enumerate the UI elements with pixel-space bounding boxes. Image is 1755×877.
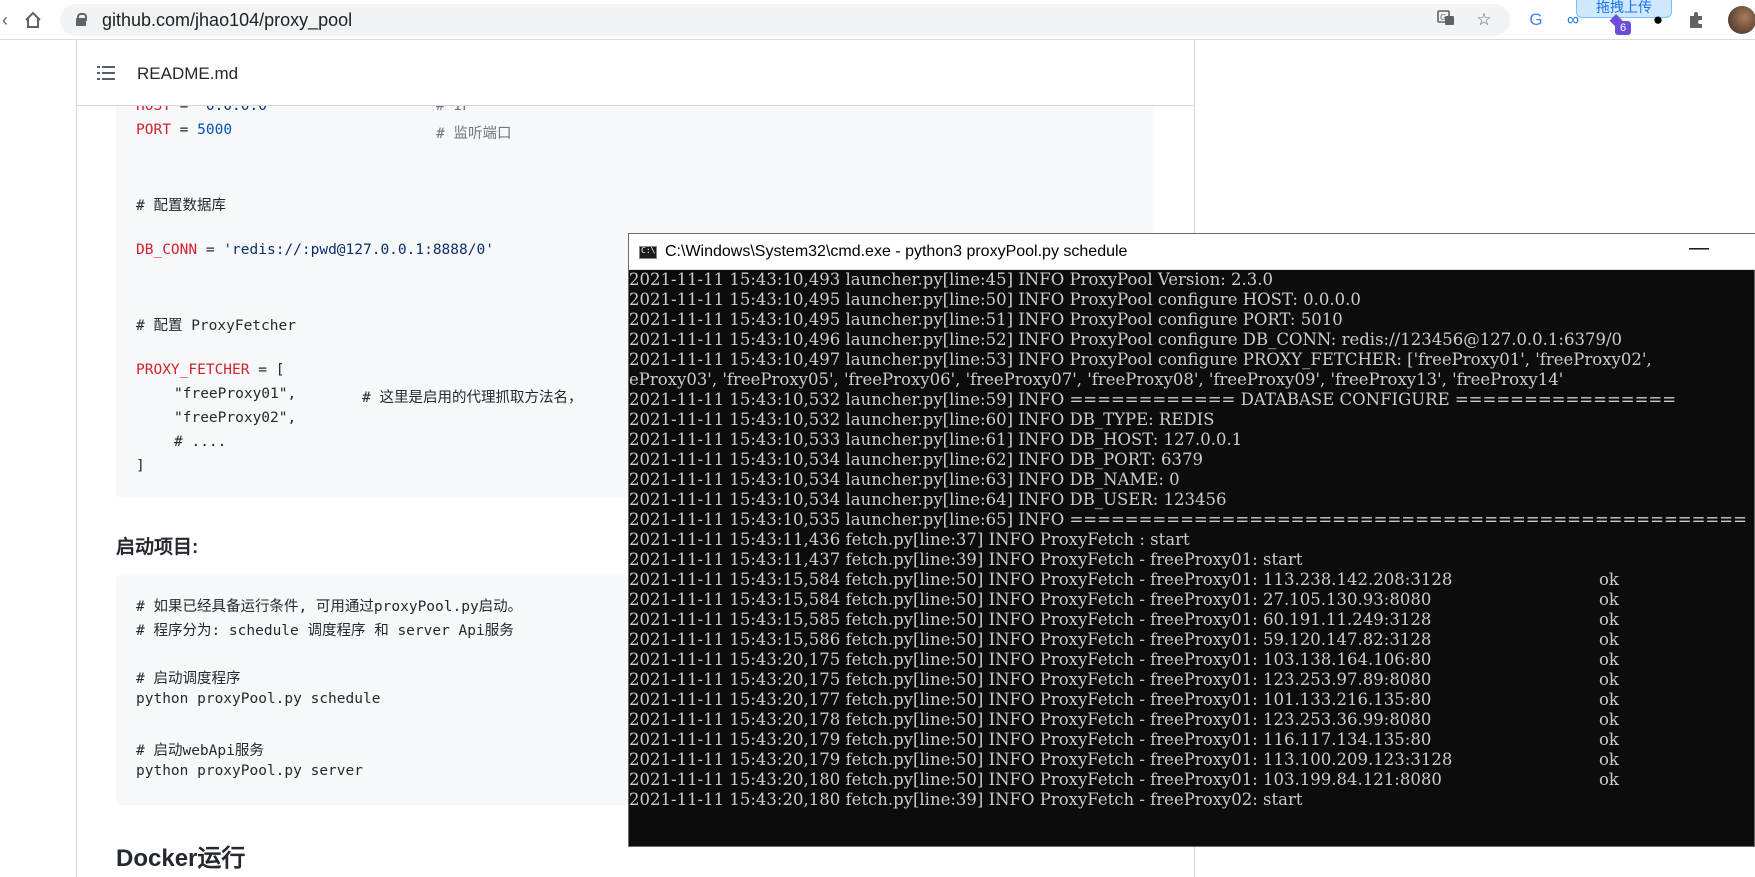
start-project-heading: 启动项目: [116, 537, 199, 558]
cmd-ok-status: ok [1599, 770, 1619, 789]
cmd-log-line: 2021-11-11 15:43:10,495 launcher.py[line… [629, 290, 1361, 309]
extension-link-icon[interactable]: ∞ [1561, 8, 1585, 32]
code-line-fetcher-close: ] [136, 458, 145, 474]
url-text[interactable]: github.com/jhao104/proxy_pool [102, 10, 352, 31]
cmd-log-line: 2021-11-11 15:43:15,586 fetch.py[line:50… [629, 630, 1432, 649]
cmd-log-line: 2021-11-11 15:43:10,532 launcher.py[line… [629, 410, 1215, 429]
cmd-ok-status: ok [1599, 690, 1619, 709]
cmd-title: C:\Windows\System32\cmd.exe - python3 pr… [665, 243, 1128, 260]
readme-header: README.md [77, 40, 1194, 106]
code-line-port: PORT = 5000 # 监听端口 [136, 122, 512, 142]
code-line-db-conn: DB_CONN = 'redis://:pwd@127.0.0.1:8888/0… [136, 242, 494, 258]
cmd-ok-status: ok [1599, 710, 1619, 729]
cmd-log-line: 2021-11-11 15:43:10,495 launcher.py[line… [629, 310, 1343, 329]
cmd-log-line: 2021-11-11 15:43:10,533 launcher.py[line… [629, 430, 1243, 449]
cmd-titlebar[interactable]: C:\Windows\System32\cmd.exe - python3 pr… [629, 234, 1755, 270]
minimize-button[interactable]: — [1689, 237, 1709, 260]
cmd-log-line: 2021-11-11 15:43:10,532 launcher.py[line… [629, 390, 1677, 409]
cmd-log-line: 2021-11-11 15:43:10,535 launcher.py[line… [629, 510, 1747, 529]
cmd-log-line: 2021-11-11 15:43:10,493 launcher.py[line… [629, 270, 1273, 289]
cmd-output[interactable]: 2021-11-11 15:43:10,493 launcher.py[line… [629, 270, 1754, 846]
cmd-log-line: eProxy03', 'freeProxy05', 'freeProxy06',… [629, 370, 1564, 389]
browser-toolbar: ‹ github.com/jhao104/proxy_pool G ☆ G 拖拽… [0, 0, 1755, 40]
cmd-ok-status: ok [1599, 630, 1619, 649]
code-line-fetcher: PROXY_FETCHER = [ [136, 362, 285, 378]
code-comment-start-4: # 启动webApi服务 [136, 743, 264, 759]
cmd-log-line: 2021-11-11 15:43:10,496 launcher.py[line… [629, 330, 1623, 349]
cmd-log-line: 2021-11-11 15:43:10,534 launcher.py[line… [629, 450, 1204, 469]
cmd-ok-status: ok [1599, 750, 1619, 769]
translate-icon[interactable]: G [1434, 8, 1458, 32]
code-comment-start-3: # 启动调度程序 [136, 671, 241, 687]
code-command-schedule: python proxyPool.py schedule [136, 691, 381, 707]
cmd-log-line: 2021-11-11 15:43:15,584 fetch.py[line:50… [629, 570, 1453, 589]
readme-title[interactable]: README.md [137, 64, 238, 84]
lock-icon[interactable] [76, 13, 87, 26]
cmd-ok-status: ok [1599, 730, 1619, 749]
cmd-ok-status: ok [1599, 570, 1619, 589]
cmd-log-line: 2021-11-11 15:43:10,497 launcher.py[line… [629, 350, 1652, 369]
cmd-log-line: 2021-11-11 15:43:11,437 fetch.py[line:39… [629, 550, 1303, 569]
cmd-ok-status: ok [1599, 670, 1619, 689]
code-comment-start-1: # 如果已经具备运行条件, 可用通过proxyPool.py启动。 [136, 599, 523, 615]
extension-circle-icon[interactable]: ● [1646, 8, 1670, 32]
code-comment-fetcher: # 配置 ProxyFetcher [136, 318, 296, 334]
code-line-fetcher-item2: "freeProxy02", [174, 410, 297, 426]
code-line-fetcher-item1: "freeProxy01", [174, 386, 297, 402]
cmd-ok-status: ok [1599, 650, 1619, 669]
cmd-log-line: 2021-11-11 15:43:20,177 fetch.py[line:50… [629, 690, 1432, 709]
docker-heading: Docker运行 [116, 845, 246, 872]
address-bar[interactable]: github.com/jhao104/proxy_pool G ☆ [60, 4, 1510, 36]
back-icon[interactable]: ‹ [0, 7, 18, 33]
cmd-log-line: 2021-11-11 15:43:20,179 fetch.py[line:50… [629, 750, 1453, 769]
cmd-log-line: 2021-11-11 15:43:10,534 launcher.py[line… [629, 470, 1180, 489]
table-of-contents-icon[interactable] [97, 66, 115, 80]
content-left-border [76, 40, 77, 877]
cmd-log-line: 2021-11-11 15:43:20,178 fetch.py[line:50… [629, 710, 1432, 729]
cmd-log-line: 2021-11-11 15:43:15,585 fetch.py[line:50… [629, 610, 1432, 629]
code-line-fetcher-item3: # .... [174, 434, 227, 450]
cmd-log-line: 2021-11-11 15:43:20,179 fetch.py[line:50… [629, 730, 1432, 749]
cmd-log-line: 2021-11-11 15:43:20,175 fetch.py[line:50… [629, 650, 1432, 669]
cmd-log-line: 2021-11-11 15:43:20,180 fetch.py[line:39… [629, 790, 1303, 809]
cmd-log-line: 2021-11-11 15:43:20,175 fetch.py[line:50… [629, 670, 1432, 689]
bookmark-star-icon[interactable]: ☆ [1472, 8, 1496, 32]
home-icon[interactable] [20, 7, 46, 33]
cmd-ok-status: ok [1599, 590, 1619, 609]
extension-translate-icon[interactable]: G [1524, 8, 1548, 32]
code-comment-start-2: # 程序分为: schedule 调度程序 和 server Api服务 [136, 623, 514, 639]
cmd-window[interactable]: C:\Windows\System32\cmd.exe - python3 pr… [628, 233, 1755, 847]
cmd-log-line: 2021-11-11 15:43:20,180 fetch.py[line:50… [629, 770, 1442, 789]
extension-count-badge: 6 [1615, 21, 1631, 35]
code-comment-fetcher-item1: # 这里是启用的代理抓取方法名， [362, 390, 583, 406]
cmd-ok-status: ok [1599, 610, 1619, 629]
code-comment-db: # 配置数据库 [136, 198, 226, 214]
cmd-log-line: 2021-11-11 15:43:11,436 fetch.py[line:37… [629, 530, 1190, 549]
puzzle-extensions-icon[interactable] [1684, 8, 1708, 32]
cmd-log-line: 2021-11-11 15:43:10,534 launcher.py[line… [629, 490, 1227, 509]
code-command-server: python proxyPool.py server [136, 763, 363, 779]
cmd-app-icon [639, 246, 657, 259]
cmd-log-line: 2021-11-11 15:43:15,584 fetch.py[line:50… [629, 590, 1432, 609]
profile-avatar[interactable] [1728, 6, 1755, 34]
